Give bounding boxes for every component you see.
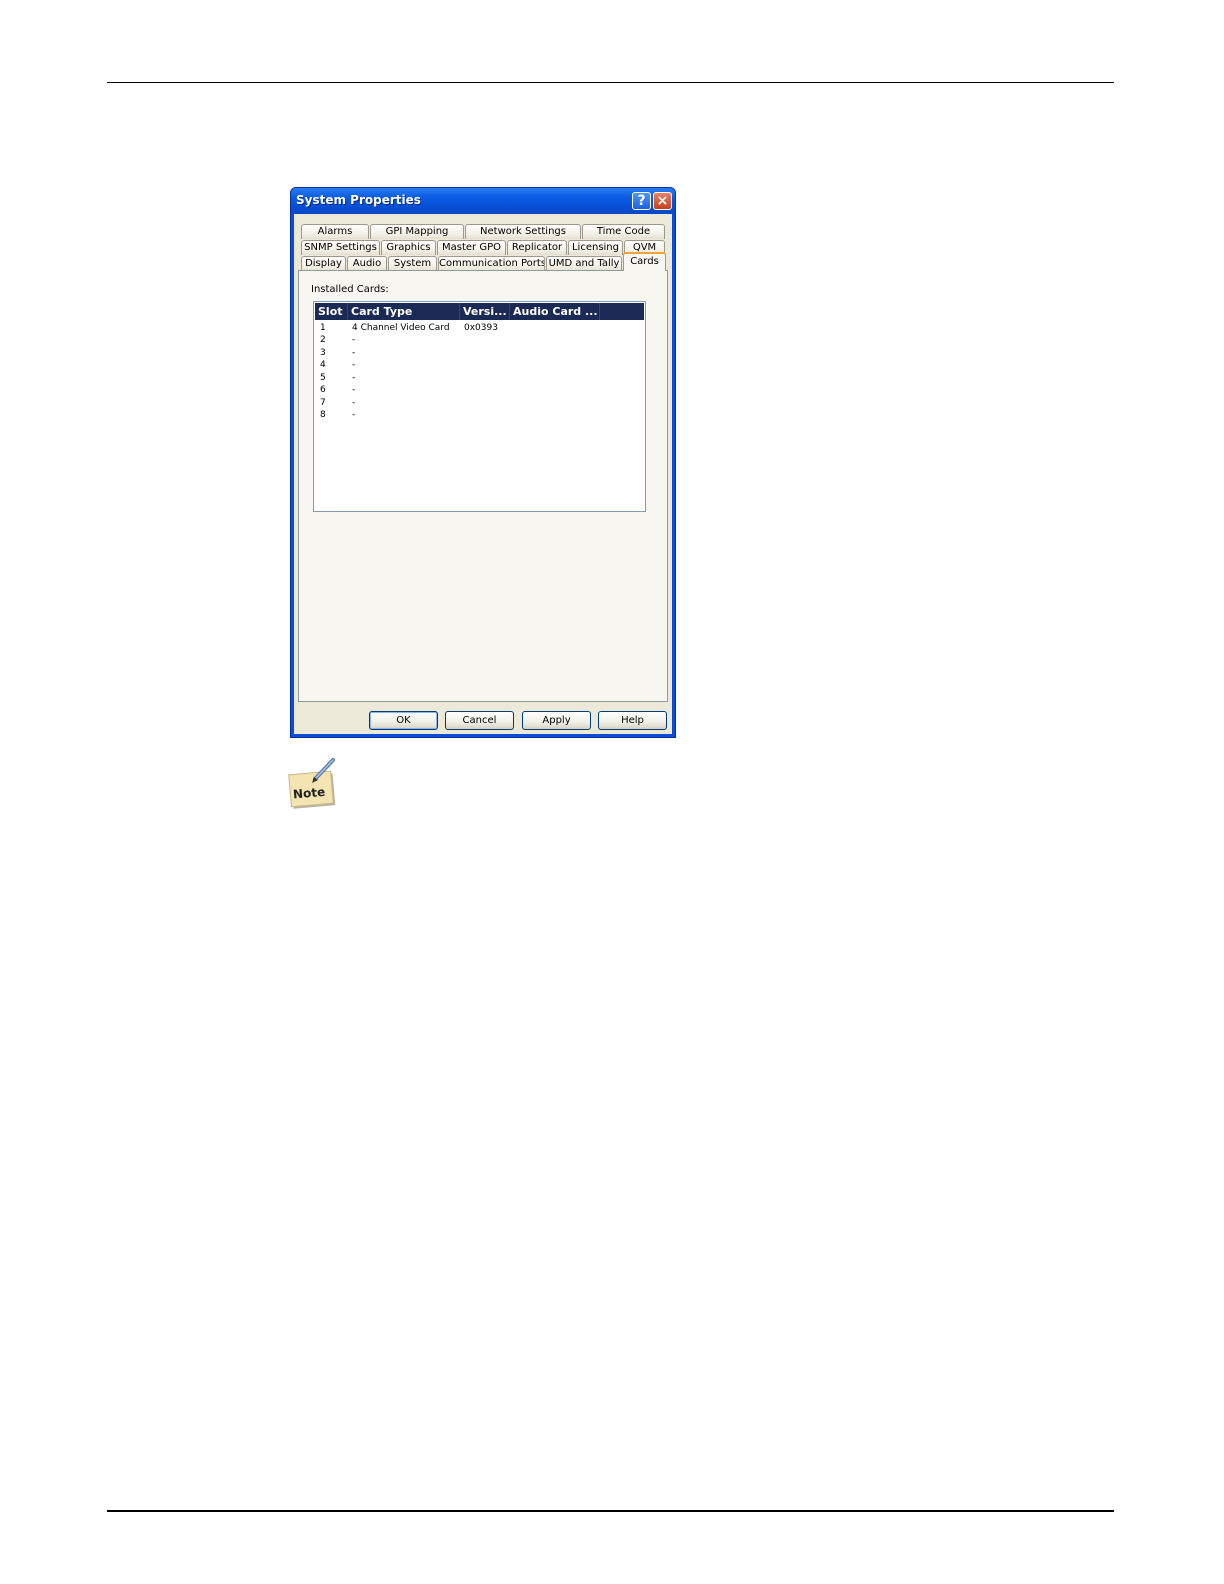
cards-tab-panel: Installed Cards: Slot Card Type Versi...… bbox=[298, 270, 668, 702]
tab-replicator[interactable]: Replicator bbox=[507, 240, 567, 255]
table-row[interactable]: 8 - bbox=[315, 409, 644, 421]
tab-umd-and-tally[interactable]: UMD and Tally bbox=[546, 256, 622, 271]
tab-communication-ports[interactable]: Communication Ports bbox=[438, 256, 545, 271]
ok-button[interactable]: OK bbox=[369, 711, 438, 730]
help-icon[interactable]: ? bbox=[632, 192, 651, 210]
cell-card-type: 4 Channel Video Card bbox=[352, 323, 450, 333]
cell-card-type: - bbox=[352, 335, 356, 345]
list-header: Slot Card Type Versi... Audio Card ... bbox=[315, 303, 644, 320]
tab-network-settings[interactable]: Network Settings bbox=[465, 224, 581, 239]
window-title: System Properties bbox=[296, 193, 421, 207]
apply-button[interactable]: Apply bbox=[522, 711, 591, 730]
tab-gpi-mapping[interactable]: GPI Mapping bbox=[370, 224, 464, 239]
table-row[interactable]: 2 - bbox=[315, 334, 644, 346]
tab-master-gpo[interactable]: Master GPO bbox=[437, 240, 506, 255]
installed-cards-label: Installed Cards: bbox=[311, 284, 389, 295]
cell-card-type: - bbox=[352, 410, 356, 420]
cell-slot: 2 bbox=[320, 335, 326, 345]
cell-card-type: - bbox=[352, 398, 356, 408]
cell-slot: 6 bbox=[320, 385, 326, 395]
cancel-button[interactable]: Cancel bbox=[445, 711, 514, 730]
close-icon[interactable]: × bbox=[653, 192, 672, 210]
help-button[interactable]: Help bbox=[598, 711, 667, 730]
tab-cards[interactable]: Cards bbox=[623, 252, 666, 271]
cell-slot: 3 bbox=[320, 348, 326, 358]
cell-slot: 5 bbox=[320, 373, 326, 383]
installed-cards-list[interactable]: Slot Card Type Versi... Audio Card ... 1… bbox=[313, 301, 646, 512]
column-header-version[interactable]: Versi... bbox=[460, 303, 510, 320]
column-header-audio-card[interactable]: Audio Card ... bbox=[510, 303, 600, 320]
column-header-slot[interactable]: Slot bbox=[315, 303, 348, 320]
table-row[interactable]: 5 - bbox=[315, 372, 644, 384]
cell-card-type: - bbox=[352, 348, 356, 358]
tab-audio[interactable]: Audio bbox=[347, 256, 387, 271]
table-row[interactable]: 1 4 Channel Video Card 0x0393 bbox=[315, 322, 644, 334]
cell-version: 0x0393 bbox=[464, 323, 498, 333]
cell-slot: 1 bbox=[320, 323, 326, 333]
cell-slot: 8 bbox=[320, 410, 326, 420]
page-footer-rule bbox=[107, 1510, 1114, 1512]
cell-card-type: - bbox=[352, 360, 356, 370]
note-pencil-icon: Note bbox=[288, 758, 336, 809]
table-row[interactable]: 7 - bbox=[315, 397, 644, 409]
tab-system[interactable]: System bbox=[388, 256, 437, 271]
note-label: Note bbox=[292, 785, 325, 802]
table-row[interactable]: 4 - bbox=[315, 359, 644, 371]
system-properties-dialog: System Properties ? × Alarms GPI Mapping… bbox=[290, 187, 676, 738]
tab-alarms[interactable]: Alarms bbox=[301, 224, 369, 239]
page-header-rule bbox=[107, 82, 1114, 83]
tab-snmp-settings[interactable]: SNMP Settings bbox=[301, 240, 380, 255]
title-bar[interactable]: System Properties ? × bbox=[291, 188, 675, 214]
tab-graphics[interactable]: Graphics bbox=[381, 240, 436, 255]
table-row[interactable]: 6 - bbox=[315, 384, 644, 396]
cell-card-type: - bbox=[352, 373, 356, 383]
tab-time-code[interactable]: Time Code bbox=[582, 224, 665, 239]
column-header-card-type[interactable]: Card Type bbox=[348, 303, 460, 320]
table-row[interactable]: 3 - bbox=[315, 347, 644, 359]
dialog-client-area: Alarms GPI Mapping Network Settings Time… bbox=[294, 214, 672, 734]
tab-display[interactable]: Display bbox=[301, 256, 346, 271]
cell-card-type: - bbox=[352, 385, 356, 395]
tab-licensing[interactable]: Licensing bbox=[568, 240, 623, 255]
cell-slot: 7 bbox=[320, 398, 326, 408]
cell-slot: 4 bbox=[320, 360, 326, 370]
